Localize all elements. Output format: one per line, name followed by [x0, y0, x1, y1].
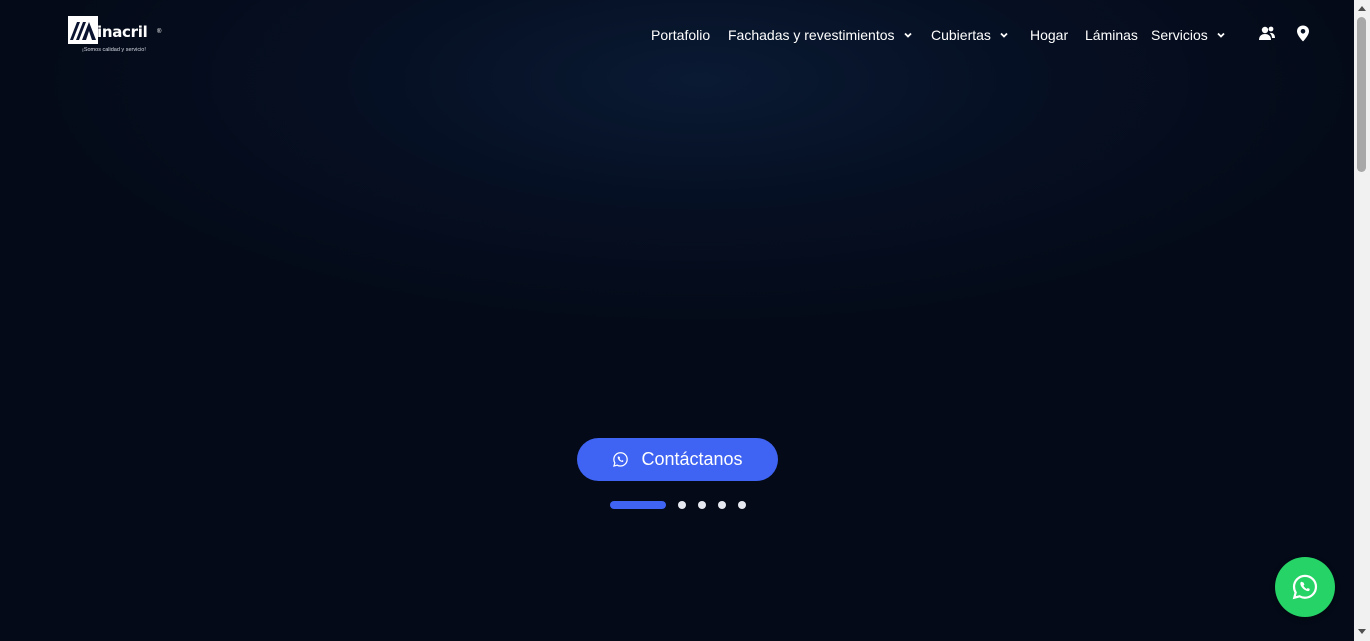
logo-tagline: ¡Somos calidad y servicio! [82, 47, 146, 53]
nav-item-cubiertas[interactable]: Cubiertas [931, 26, 1009, 44]
whatsapp-float-button[interactable] [1275, 557, 1335, 617]
scrollbar-thumb[interactable] [1357, 17, 1366, 172]
nav-item-label: Portafolio [651, 27, 711, 43]
whatsapp-icon [613, 452, 629, 467]
scroll-down-arrow-icon[interactable] [1358, 629, 1366, 634]
users-icon[interactable] [1257, 24, 1277, 44]
hero-section: inacril ® ¡Somos calidad y servicio! Por… [0, 0, 1354, 641]
carousel-dot-active[interactable] [610, 501, 666, 509]
nav-item-laminas[interactable]: Láminas [1085, 26, 1138, 44]
nav-item-portafolio[interactable]: Portafolio [651, 26, 710, 44]
nav-item-label: Fachadas y revestimientos [728, 27, 895, 43]
nav-item-hogar[interactable]: Hogar [1030, 26, 1068, 44]
logo-registered-mark: ® [157, 29, 162, 35]
nav-item-fachadas[interactable]: Fachadas y revestimientos [728, 26, 913, 44]
contact-button-label: Contáctanos [641, 449, 743, 469]
carousel-dot[interactable] [738, 501, 746, 509]
chevron-down-icon [1000, 32, 1008, 38]
nav-item-label: Cubiertas [931, 27, 991, 43]
nav-item-label: Láminas [1085, 27, 1138, 43]
nav-item-servicios[interactable]: Servicios [1151, 26, 1226, 44]
chevron-down-icon [903, 32, 912, 38]
carousel-dot[interactable] [718, 501, 726, 509]
nav-item-label: Hogar [1030, 27, 1069, 43]
logo[interactable]: inacril ® ¡Somos calidad y servicio! [68, 16, 168, 56]
scroll-up-arrow-icon[interactable] [1358, 6, 1366, 11]
nav-item-label: Servicios [1151, 27, 1208, 43]
chevron-down-icon [1217, 32, 1225, 38]
page-scrollbar[interactable] [1354, 0, 1370, 641]
logo-wordmark: inacril [97, 23, 148, 41]
logo-mark-icon [68, 16, 98, 44]
carousel-dot[interactable] [678, 501, 686, 509]
whatsapp-icon [1292, 574, 1318, 600]
contact-button[interactable]: Contáctanos [577, 438, 778, 481]
carousel-dot[interactable] [698, 501, 706, 509]
location-pin-icon[interactable] [1293, 24, 1313, 44]
